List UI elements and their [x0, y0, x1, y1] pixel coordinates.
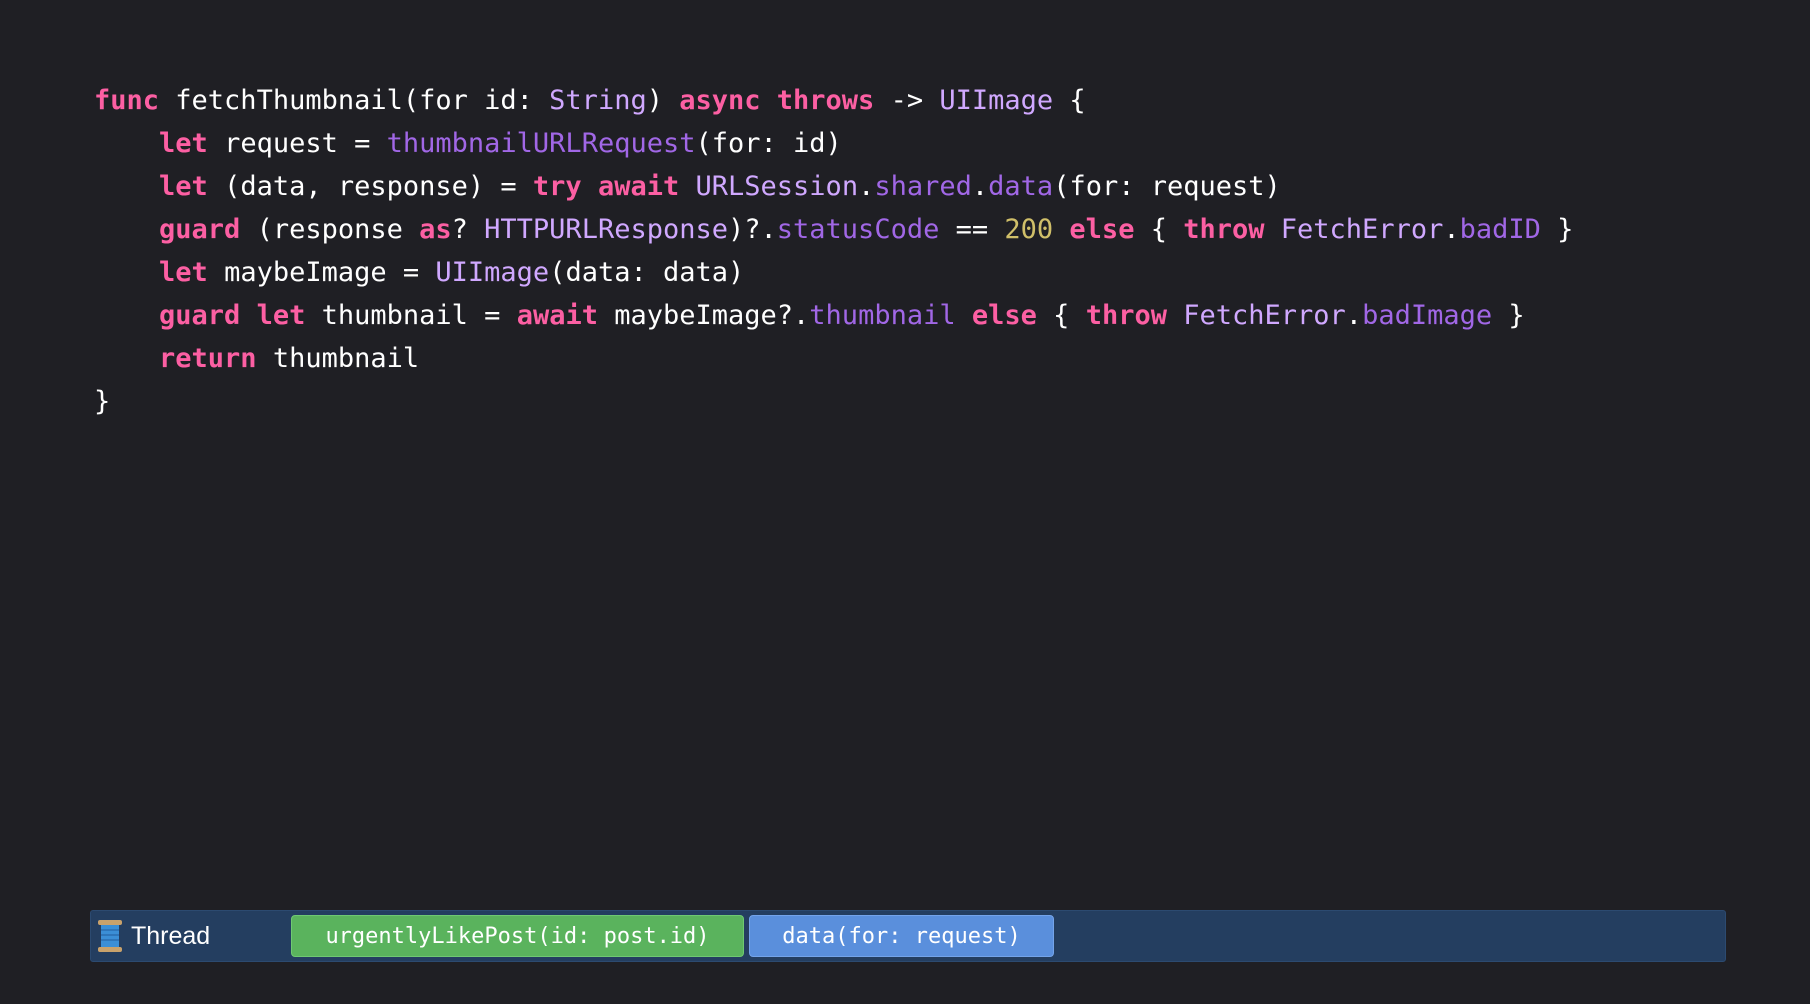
thread-label-group: Thread [97, 911, 210, 961]
code-token: shared [874, 171, 972, 202]
code-token: 200 [1004, 214, 1054, 245]
code-token: await [516, 300, 598, 331]
code-token: (response [240, 214, 420, 245]
code-token: { [1053, 85, 1086, 116]
code-token: (data: data) [549, 257, 745, 288]
code-token: func [94, 85, 160, 116]
code-block: func fetchThumbnail(for id: String) asyn… [94, 79, 1573, 423]
code-token: . [971, 171, 989, 202]
code-token: -> [874, 85, 940, 116]
code-token: throw [1183, 214, 1265, 245]
code-token: request = [207, 128, 387, 159]
code-token: UIImage [939, 85, 1054, 116]
code-line: let request = thumbnailURLRequest(for: i… [94, 122, 1573, 165]
code-token: statusCode [776, 214, 940, 245]
task-data-for-request: data(for: request) [749, 915, 1054, 957]
slide-canvas: func fetchThumbnail(for id: String) asyn… [0, 0, 1810, 1004]
code-token: . [858, 171, 875, 202]
code-token: thumbnail [256, 343, 420, 374]
code-token: let [256, 300, 306, 331]
task-label: urgentlyLikePost(id: post.id) [325, 923, 710, 949]
code-token: } [94, 386, 111, 417]
code-line: } [94, 380, 1573, 423]
code-token: (data, response) = [207, 171, 533, 202]
spool-of-thread-icon [98, 920, 122, 952]
code-token: String [549, 85, 647, 116]
code-token: maybeImage = [207, 257, 436, 288]
task-label: data(for: request) [782, 923, 1021, 949]
code-token: async [679, 85, 761, 116]
code-token: let [159, 171, 208, 202]
code-token: } [1492, 300, 1525, 331]
code-token: FetchError [1280, 214, 1444, 245]
code-token: throw [1085, 300, 1167, 331]
code-token: fetchThumbnail(for id: [159, 85, 550, 116]
code-token: return [159, 343, 257, 374]
code-token: . [1443, 214, 1460, 245]
code-line: func fetchThumbnail(for id: String) asyn… [94, 79, 1573, 122]
code-token: . [1345, 300, 1363, 331]
code-token: data [988, 171, 1054, 202]
code-token: ? [451, 214, 485, 245]
code-token: thumbnail = [305, 300, 517, 331]
code-token: (for: request) [1053, 171, 1281, 202]
code-token: HTTPURLResponse [484, 214, 728, 245]
code-token: as [419, 214, 452, 245]
code-token: badID [1459, 214, 1541, 245]
code-token: { [1134, 214, 1184, 245]
code-token: maybeImage?. [597, 300, 810, 331]
code-token: FetchError [1183, 300, 1346, 331]
code-token: == [939, 214, 1005, 245]
code-token: ) [646, 85, 680, 116]
code-token: await [597, 171, 680, 202]
task-urgently-like-post: urgentlyLikePost(id: post.id) [291, 915, 744, 957]
code-token: guard [159, 214, 241, 245]
code-token: thumbnailURLRequest [386, 128, 696, 159]
code-line: let maybeImage = UIImage(data: data) [94, 251, 1573, 294]
code-token: else [971, 300, 1037, 331]
code-token: badImage [1362, 300, 1493, 331]
code-line: let (data, response) = try await URLSess… [94, 165, 1573, 208]
code-token: UIImage [435, 257, 550, 288]
code-token: guard [159, 300, 241, 331]
thread-timeline: Thread urgentlyLikePost(id: post.id) dat… [90, 910, 1726, 962]
code-line: guard (response as? HTTPURLResponse)?.st… [94, 208, 1573, 251]
code-token: throws [776, 85, 875, 116]
code-token: } [1540, 214, 1574, 245]
code-line: return thumbnail [94, 337, 1573, 380]
code-token: let [159, 257, 208, 288]
code-token: URLSession [695, 171, 859, 202]
code-token: else [1069, 214, 1135, 245]
code-token: let [159, 128, 208, 159]
code-token: try [532, 171, 582, 202]
code-token: thumbnail [809, 300, 956, 331]
code-line: guard let thumbnail = await maybeImage?.… [94, 294, 1573, 337]
code-token: )?. [728, 214, 777, 245]
code-token: (for: id) [695, 128, 842, 159]
code-token: { [1036, 300, 1086, 331]
thread-label: Thread [131, 921, 211, 950]
